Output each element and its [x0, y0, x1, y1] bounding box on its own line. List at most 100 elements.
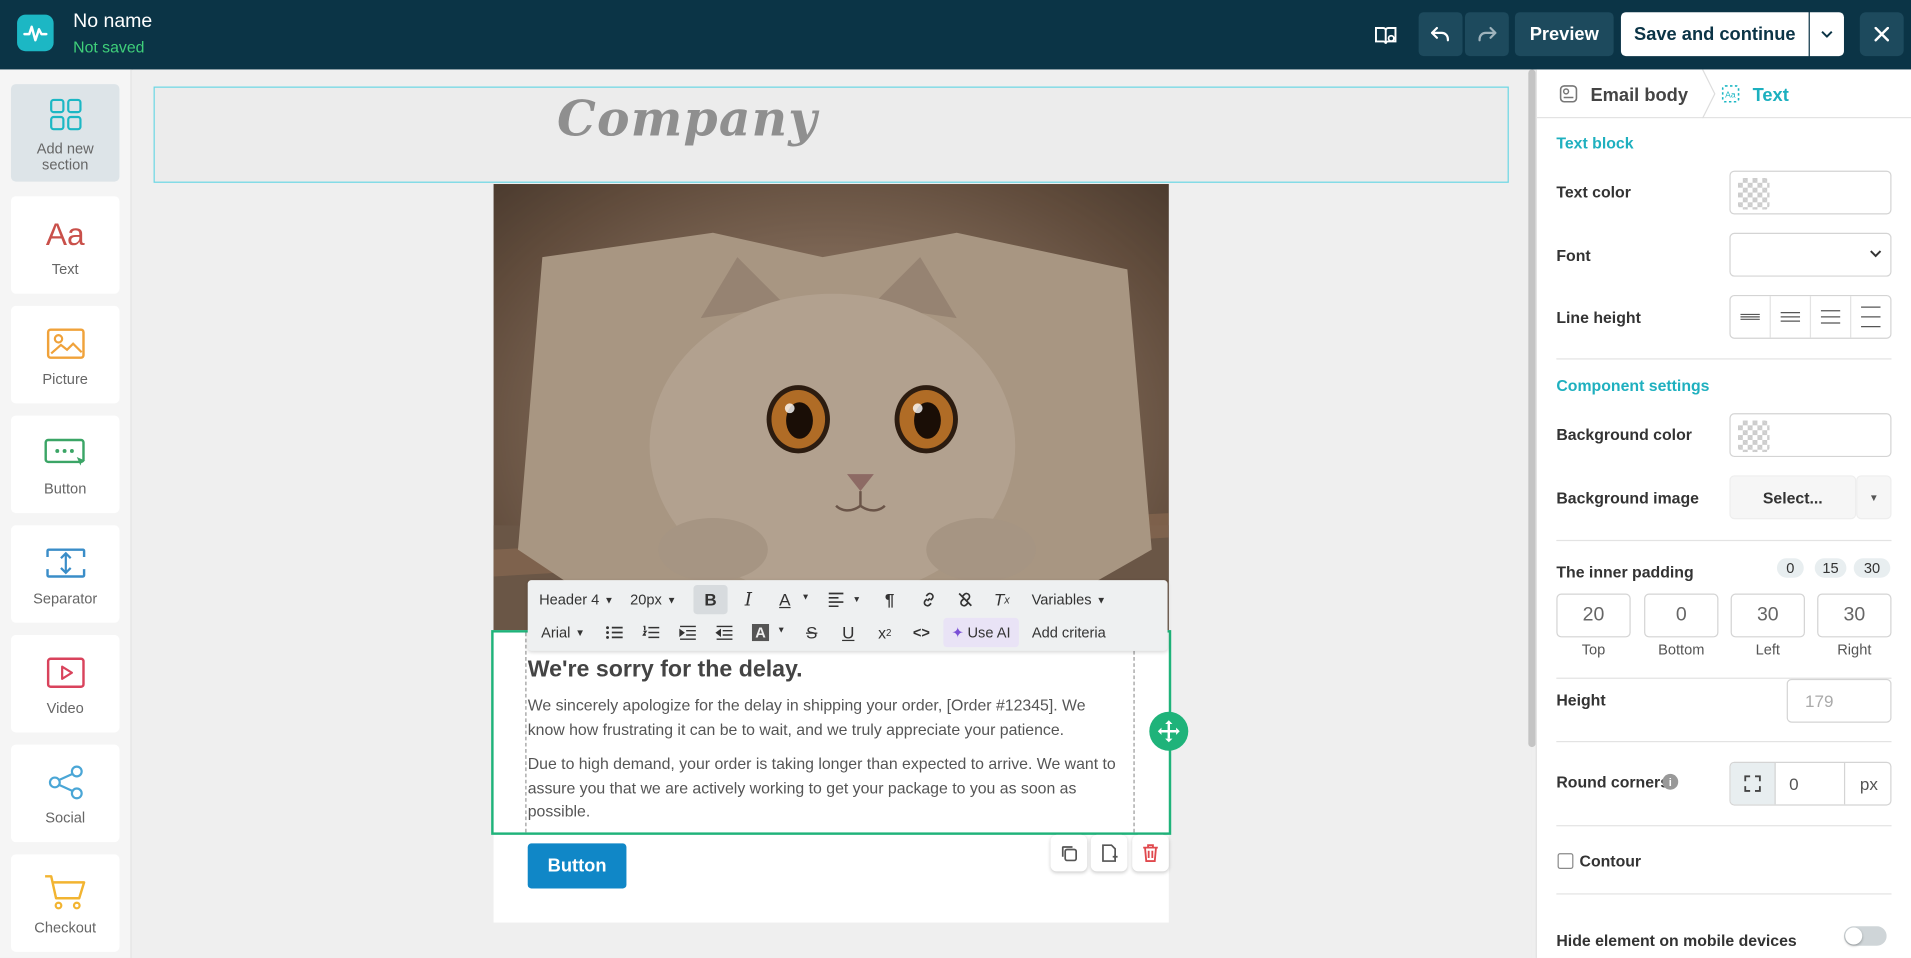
background-image-select-button[interactable]: Select...	[1729, 475, 1857, 520]
padding-top-input[interactable]: 20	[1556, 593, 1631, 638]
font-select[interactable]	[1729, 232, 1892, 277]
padding-preset-15[interactable]: 15	[1814, 558, 1847, 578]
numbered-list-icon[interactable]	[635, 618, 667, 647]
sidebar-item-social[interactable]: Social	[10, 744, 120, 843]
padding-right-input[interactable]: 30	[1817, 593, 1892, 638]
separator-icon	[44, 541, 85, 585]
company-logo[interactable]: Company	[557, 90, 818, 147]
hide-mobile-toggle[interactable]	[1843, 926, 1887, 946]
clear-format-icon[interactable]: Tx	[986, 585, 1018, 614]
padding-left-input[interactable]: 30	[1730, 593, 1805, 638]
save-status: Not saved	[73, 37, 145, 57]
delete-icon[interactable]	[1132, 834, 1169, 872]
highlight-dropdown-icon[interactable]: ▼	[774, 615, 789, 644]
unlink-icon[interactable]	[949, 585, 981, 614]
email-cta-button[interactable]: Button	[527, 843, 627, 889]
font-size-select[interactable]: 20px ▼	[625, 585, 681, 614]
line-height-label: Line height	[1556, 308, 1641, 327]
highlight-icon[interactable]: A	[745, 618, 777, 647]
save-block-icon[interactable]	[1090, 834, 1128, 872]
paragraph-icon[interactable]: ¶	[874, 585, 906, 614]
preview-button[interactable]: Preview	[1514, 12, 1614, 57]
sidebar-item-button[interactable]: Button	[10, 415, 120, 514]
email-heading[interactable]: We're sorry for the delay.	[528, 657, 803, 684]
redo-button[interactable]	[1464, 12, 1509, 57]
bold-icon[interactable]: B	[693, 585, 728, 615]
save-continue-button[interactable]: Save and continue	[1620, 12, 1809, 57]
align-dropdown-icon[interactable]: ▼	[849, 585, 864, 614]
text-color-icon[interactable]: A	[769, 585, 801, 614]
sidebar-item-add-section[interactable]: Add new section	[10, 84, 120, 182]
text-color-label: Text color	[1556, 182, 1631, 202]
info-icon[interactable]: i	[1662, 773, 1679, 790]
code-icon[interactable]: <>	[906, 618, 938, 647]
add-criteria-button[interactable]: Add criteria	[1027, 618, 1110, 647]
outdent-icon[interactable]	[708, 618, 740, 647]
underline-icon[interactable]: U	[832, 618, 864, 647]
background-image-label: Background image	[1556, 488, 1699, 507]
video-icon	[46, 651, 85, 695]
cat-image[interactable]	[493, 184, 1169, 631]
picture-icon	[46, 322, 85, 366]
round-corners-label: Round corners	[1556, 772, 1670, 791]
chevron-down-icon: ▼	[604, 594, 614, 606]
padding-preset-30[interactable]: 30	[1853, 558, 1891, 578]
duplicate-icon[interactable]	[1050, 834, 1088, 872]
sidebar-item-label: Button	[44, 480, 87, 498]
line-height-normal-icon[interactable]	[1771, 296, 1812, 338]
save-options-dropdown[interactable]	[1809, 12, 1844, 57]
height-input[interactable]: 179	[1786, 678, 1892, 723]
heading-format-select[interactable]: Header 4 ▼	[535, 585, 618, 614]
padding-preset-0[interactable]: 0	[1776, 558, 1804, 578]
superscript-icon[interactable]: x2	[869, 618, 901, 647]
sidebar-item-picture[interactable]: Picture	[10, 305, 120, 404]
tab-text[interactable]: Aa Text	[1721, 84, 1789, 107]
font-label: Font	[1556, 246, 1591, 265]
sidebar-item-checkout[interactable]: Checkout	[10, 854, 120, 952]
line-height-loose-icon[interactable]	[1851, 296, 1890, 337]
background-color-picker[interactable]	[1729, 413, 1892, 458]
align-icon[interactable]	[820, 585, 852, 614]
round-corners-input[interactable]: 0	[1777, 762, 1846, 805]
move-handle-icon[interactable]	[1149, 711, 1189, 751]
help-book-icon[interactable]	[1370, 16, 1402, 55]
canvas-scrollbar[interactable]	[1528, 69, 1536, 748]
email-paragraph-2[interactable]: Due to high demand, your order is taking…	[528, 752, 1125, 823]
sidebar-item-label: Social	[45, 809, 86, 827]
corners-all-icon[interactable]	[1730, 762, 1776, 805]
header-section[interactable]: Company	[153, 86, 1509, 183]
font-family-select[interactable]: Arial ▼	[535, 618, 591, 647]
background-color-label: Background color	[1556, 425, 1692, 444]
undo-button[interactable]	[1418, 12, 1463, 57]
sidebar-item-text[interactable]: Aa Text	[10, 196, 120, 294]
document-name[interactable]: No name	[73, 11, 152, 33]
app-logo-icon[interactable]	[17, 14, 54, 52]
email-editor-app: No name Not saved Preview Save and conti…	[0, 0, 1911, 958]
bullet-list-icon[interactable]	[598, 618, 630, 647]
close-button[interactable]	[1859, 12, 1904, 57]
contour-label: Contour	[1579, 851, 1642, 871]
variables-select[interactable]: Variables ▼	[1027, 585, 1110, 614]
indent-icon[interactable]	[672, 618, 704, 647]
text-color-picker[interactable]	[1729, 170, 1892, 215]
email-paragraph-1[interactable]: We sincerely apologize for the delay in …	[528, 693, 1125, 741]
text-color-dropdown-icon[interactable]: ▼	[798, 583, 813, 612]
contour-checkbox[interactable]	[1557, 853, 1574, 869]
background-image-dropdown-icon[interactable]: ▼	[1856, 475, 1892, 520]
link-icon[interactable]	[913, 585, 945, 614]
strikethrough-icon[interactable]: S	[796, 618, 828, 647]
variables-label: Variables	[1031, 591, 1092, 609]
divider	[1556, 358, 1892, 360]
sidebar-item-separator[interactable]: Separator	[10, 525, 120, 623]
padding-bottom-input[interactable]: 0	[1644, 593, 1719, 638]
divider	[1556, 825, 1892, 827]
text-block-selected[interactable]: We're sorry for the delay. We sincerely …	[491, 630, 1172, 835]
padding-right-label: Right	[1837, 641, 1872, 659]
line-height-relaxed-icon[interactable]	[1811, 296, 1852, 338]
sidebar-item-video[interactable]: Video	[10, 634, 120, 733]
chevron-down-icon: ▼	[1096, 594, 1107, 606]
italic-icon[interactable]: I	[732, 585, 764, 614]
line-height-compact-icon[interactable]	[1731, 296, 1771, 338]
tab-email-body[interactable]: Email body	[1559, 84, 1688, 107]
use-ai-button[interactable]: ✦ Use AI	[943, 617, 1019, 648]
